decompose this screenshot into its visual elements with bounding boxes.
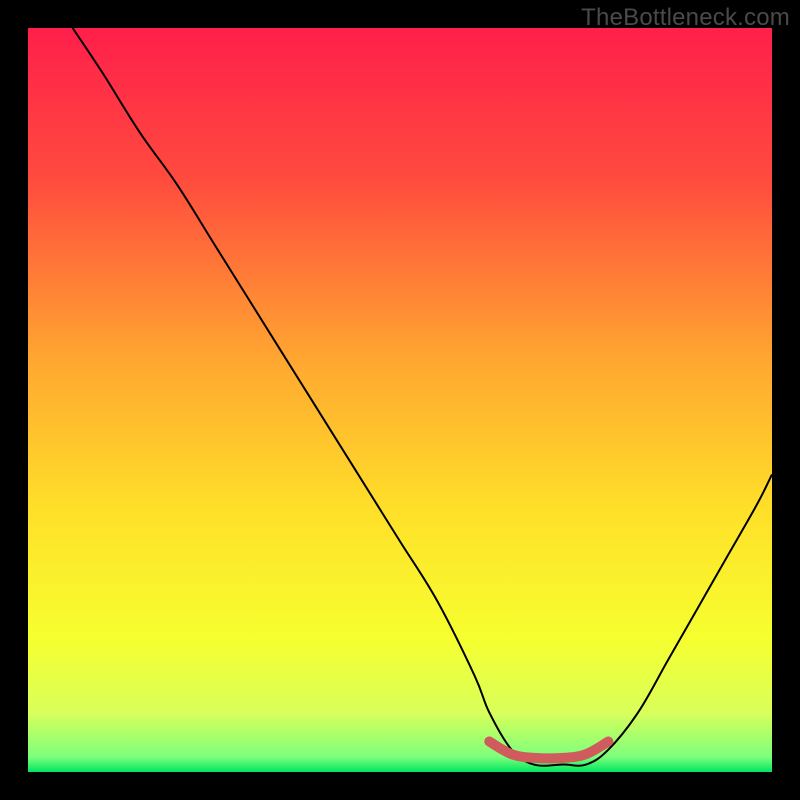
chart-background <box>28 28 772 772</box>
chart-area <box>28 28 772 772</box>
watermark-text: TheBottleneck.com <box>581 4 790 32</box>
chart-frame: TheBottleneck.com <box>0 0 800 800</box>
bottleneck-chart <box>28 28 772 772</box>
